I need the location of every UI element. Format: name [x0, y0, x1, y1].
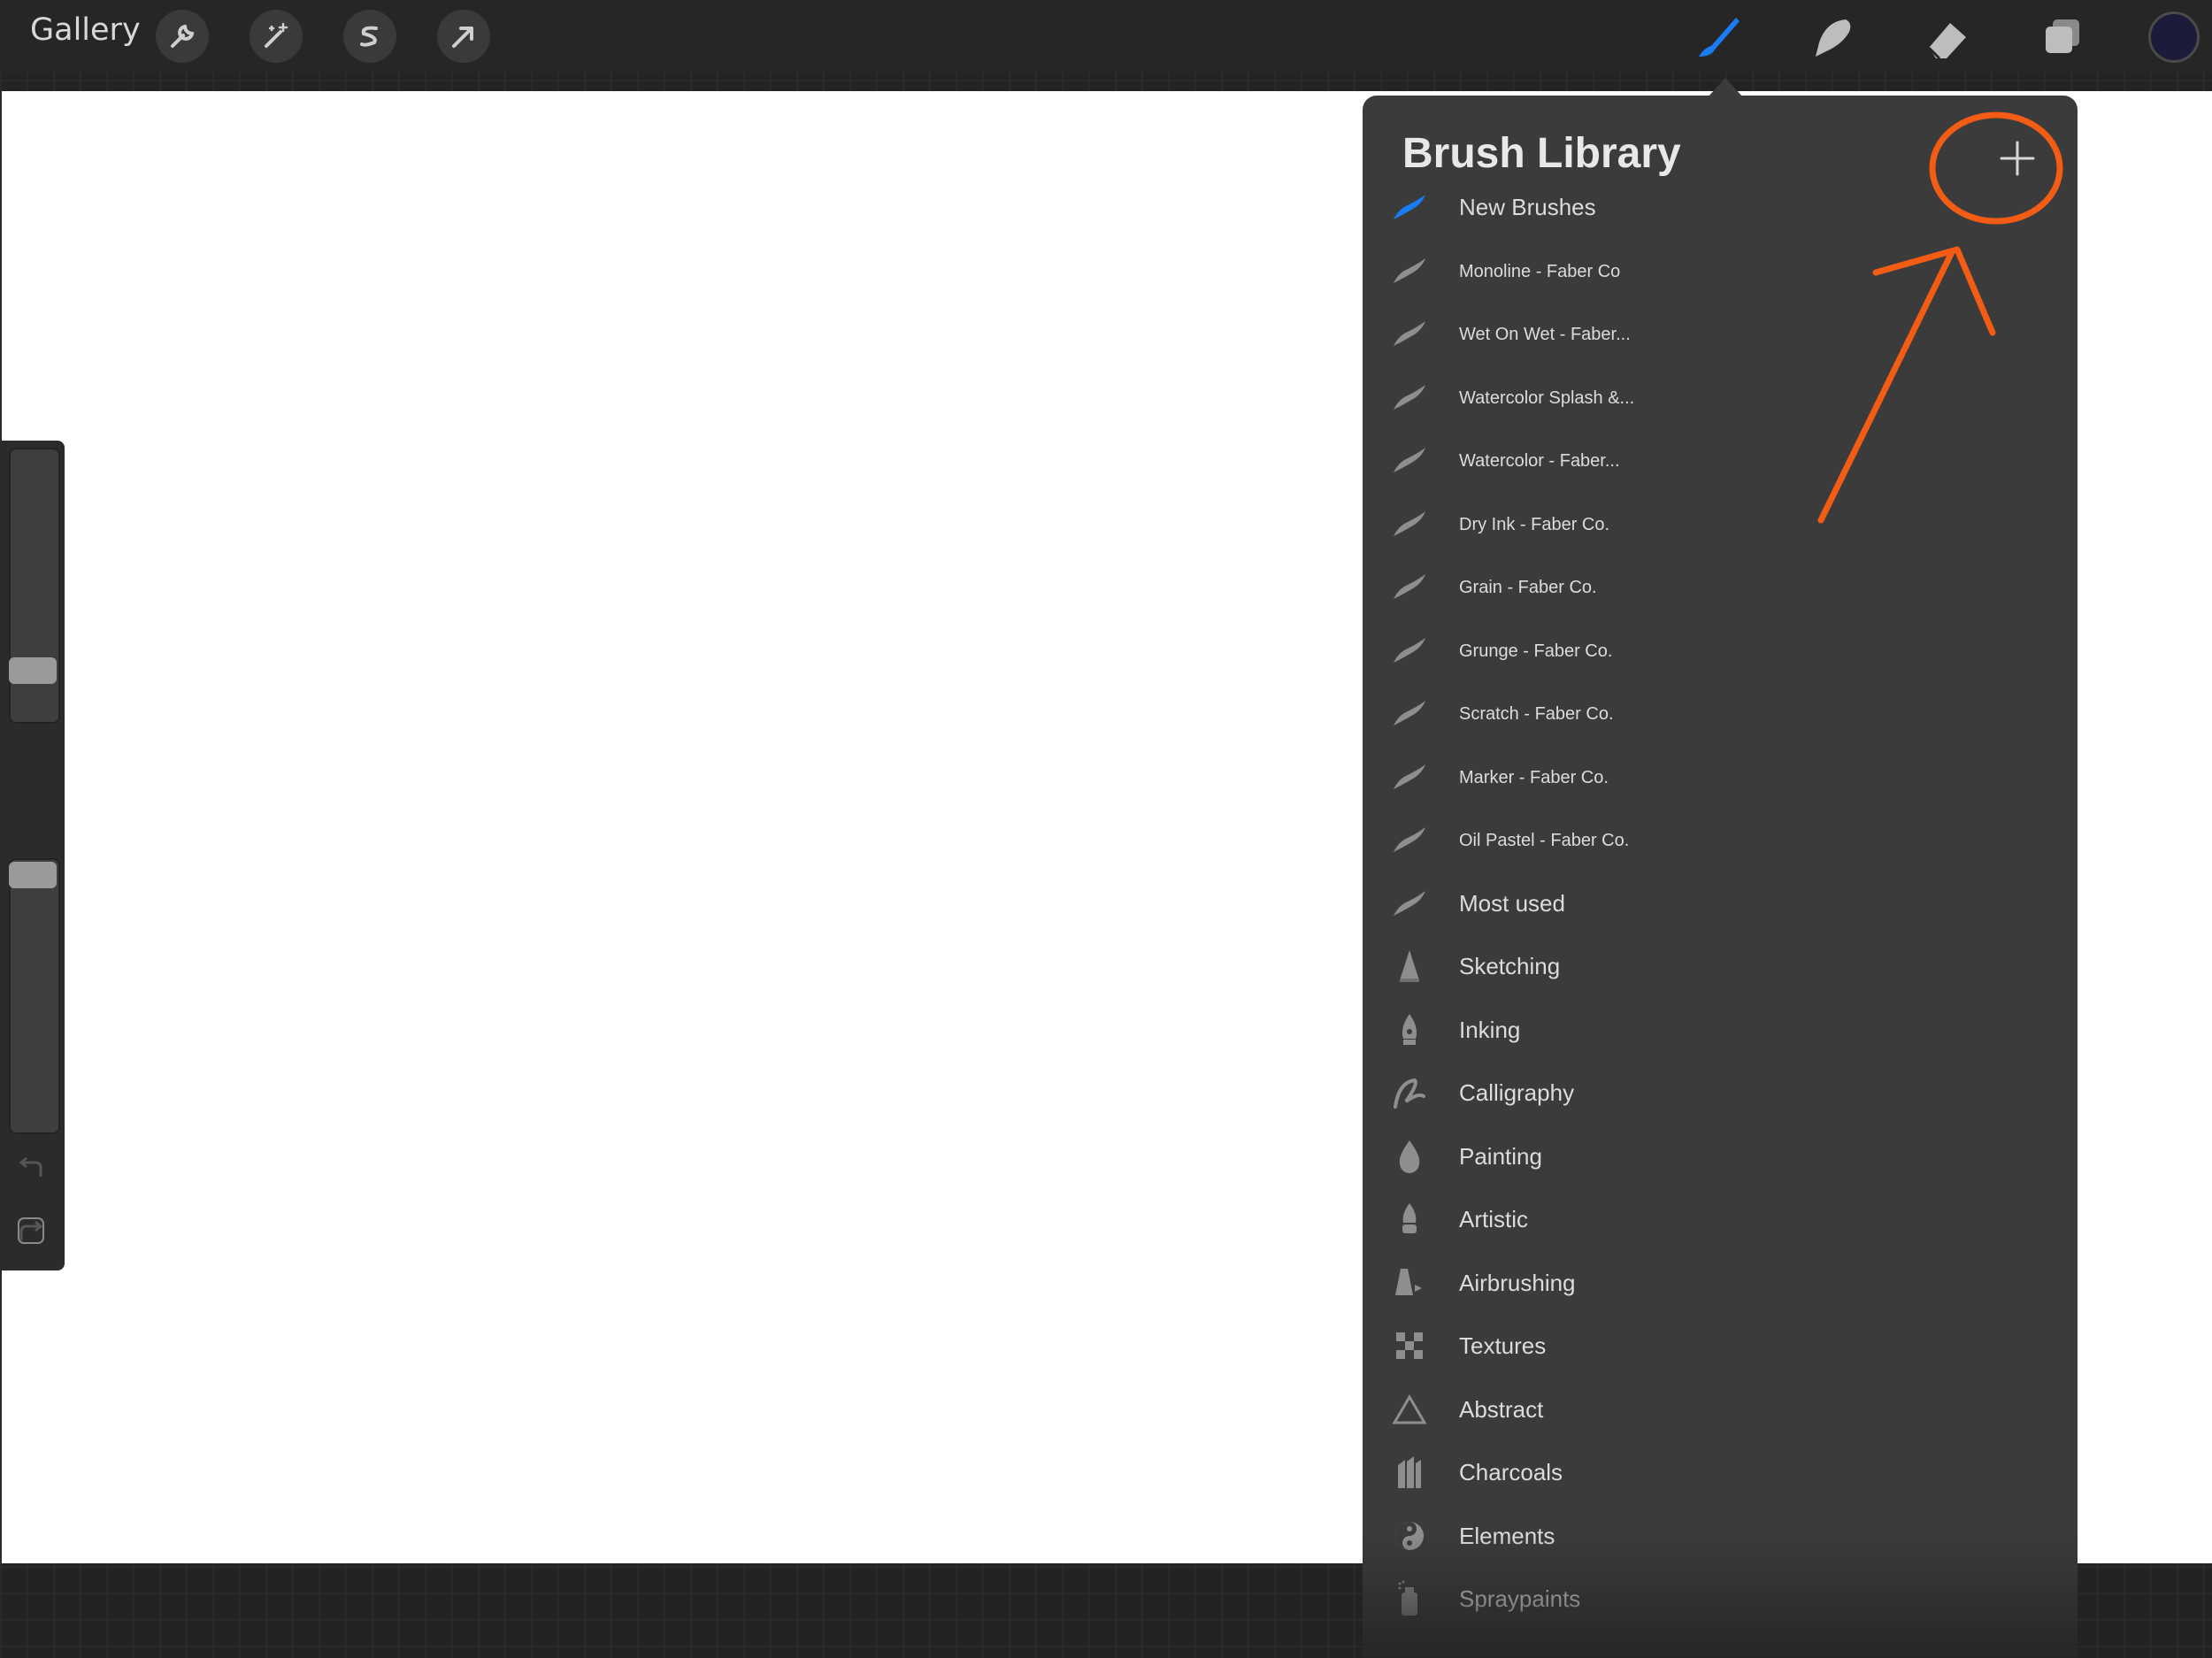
annotation-arrow-shaft: [1817, 249, 1955, 524]
annotation-circle: [1929, 111, 2063, 225]
orange-annotation: [1817, 111, 2063, 524]
